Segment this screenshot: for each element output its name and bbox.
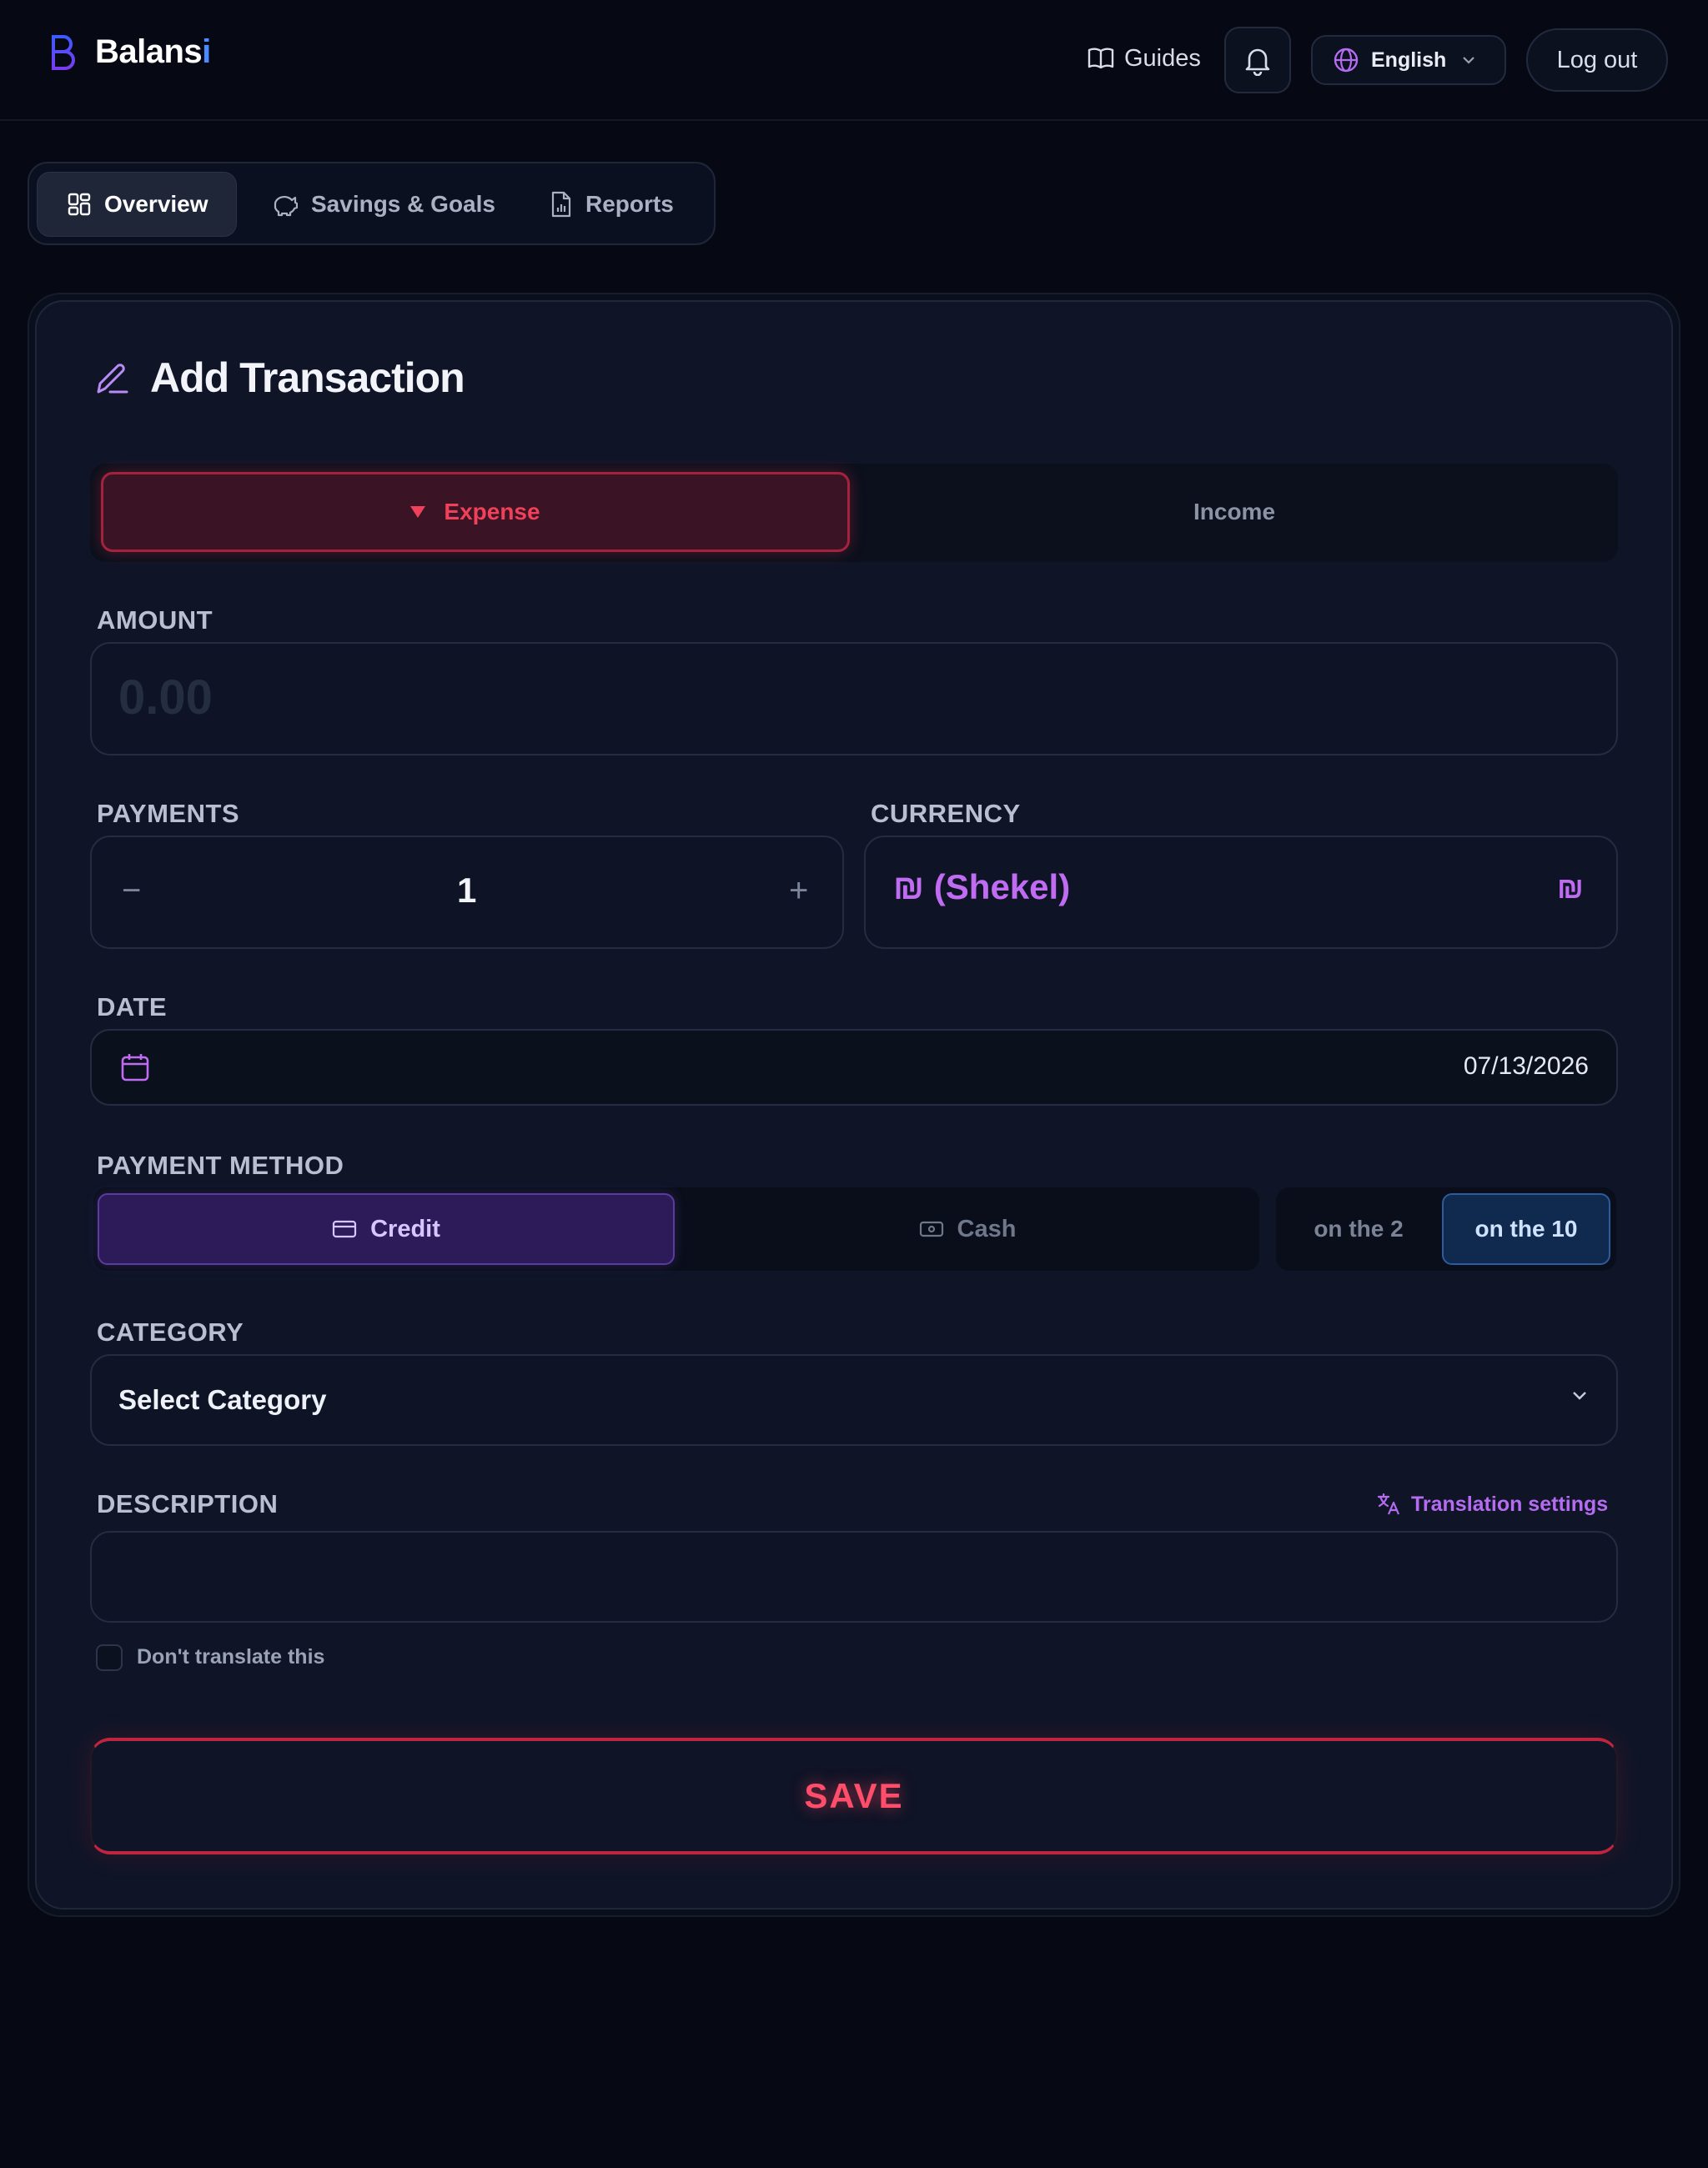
book-icon bbox=[1088, 48, 1114, 69]
language-label: English bbox=[1371, 48, 1447, 72]
guides-label: Guides bbox=[1124, 44, 1201, 72]
tab-savings-goals[interactable]: Savings & Goals bbox=[271, 172, 495, 237]
decrement-button[interactable]: − bbox=[122, 872, 141, 910]
tab-label: Overview bbox=[104, 191, 208, 217]
guides-link[interactable]: Guides bbox=[1088, 38, 1201, 78]
credit-label: Credit bbox=[370, 1215, 440, 1242]
logo-mark-icon bbox=[52, 35, 75, 70]
description-input[interactable] bbox=[90, 1531, 1618, 1623]
chevron-down-icon bbox=[1573, 1392, 1586, 1400]
main-tabs: Overview Savings & Goals Reports bbox=[28, 162, 716, 245]
piggy-bank-icon bbox=[274, 195, 298, 217]
dont-translate-label: Don't translate this bbox=[137, 1645, 325, 1669]
date-field[interactable] bbox=[90, 1029, 1618, 1106]
translate-icon bbox=[1377, 1493, 1400, 1515]
category-value: Select Category bbox=[118, 1384, 327, 1415]
dont-translate-checkbox[interactable] bbox=[96, 1644, 123, 1671]
income-toggle-button[interactable]: Income bbox=[851, 472, 1617, 552]
globe-icon bbox=[1334, 48, 1359, 73]
credit-card-icon bbox=[332, 1220, 357, 1238]
brand-logo[interactable]: Balansi bbox=[48, 32, 211, 72]
chevron-down-icon bbox=[1463, 57, 1475, 64]
currency-value: ₪ (Shekel) bbox=[893, 867, 1071, 906]
currency-label: CURRENCY bbox=[871, 799, 1021, 828]
save-button[interactable]: SAVE bbox=[90, 1738, 1618, 1854]
payments-label: PAYMENTS bbox=[97, 799, 240, 828]
tab-label: Reports bbox=[585, 191, 674, 217]
payment-method-label: PAYMENT METHOD bbox=[97, 1151, 344, 1180]
amount-label: AMOUNT bbox=[97, 605, 214, 635]
banknote-icon bbox=[919, 1221, 943, 1237]
expense-toggle-button[interactable]: Expense bbox=[101, 472, 850, 552]
date-value: 07/13/2026 bbox=[1463, 1052, 1589, 1080]
triangle-down-icon bbox=[410, 506, 426, 518]
increment-button[interactable]: + bbox=[789, 872, 808, 910]
calendar-icon[interactable] bbox=[120, 1052, 150, 1082]
date-label: DATE bbox=[97, 992, 168, 1021]
shekel-icon: ₪ bbox=[1557, 871, 1584, 905]
billing-day-10-button[interactable]: on the 10 bbox=[1442, 1193, 1610, 1265]
tab-overview[interactable]: Overview bbox=[37, 172, 237, 237]
translation-settings-link[interactable]: Translation settings bbox=[1376, 1492, 1608, 1517]
bell-icon bbox=[1245, 48, 1270, 76]
expense-label: Expense bbox=[444, 499, 540, 524]
cash-option-button[interactable]: Cash bbox=[677, 1193, 1258, 1265]
top-header: Balansi Guides English Log out bbox=[0, 0, 1708, 121]
credit-option-button[interactable]: Credit bbox=[98, 1193, 675, 1265]
category-label: CATEGORY bbox=[97, 1317, 244, 1347]
language-selector[interactable]: English bbox=[1311, 35, 1506, 85]
form-title: Add Transaction bbox=[150, 354, 465, 401]
notifications-button[interactable] bbox=[1224, 27, 1291, 93]
amount-input[interactable] bbox=[118, 667, 1369, 727]
dashboard-icon bbox=[68, 193, 91, 216]
translation-settings-label: Translation settings bbox=[1411, 1492, 1609, 1516]
pencil-icon bbox=[97, 364, 128, 394]
card-title: Add Transaction bbox=[92, 354, 465, 402]
brand-name: Balansi bbox=[95, 33, 211, 70]
tab-reports[interactable]: Reports bbox=[550, 172, 674, 237]
description-label: DESCRIPTION bbox=[97, 1489, 279, 1518]
report-file-icon bbox=[551, 191, 571, 218]
logout-button[interactable]: Log out bbox=[1526, 28, 1668, 92]
billing-day-2-button[interactable]: on the 2 bbox=[1281, 1193, 1436, 1265]
cash-label: Cash bbox=[957, 1215, 1017, 1242]
payments-value: 1 bbox=[457, 871, 477, 910]
tab-label: Savings & Goals bbox=[311, 191, 495, 217]
